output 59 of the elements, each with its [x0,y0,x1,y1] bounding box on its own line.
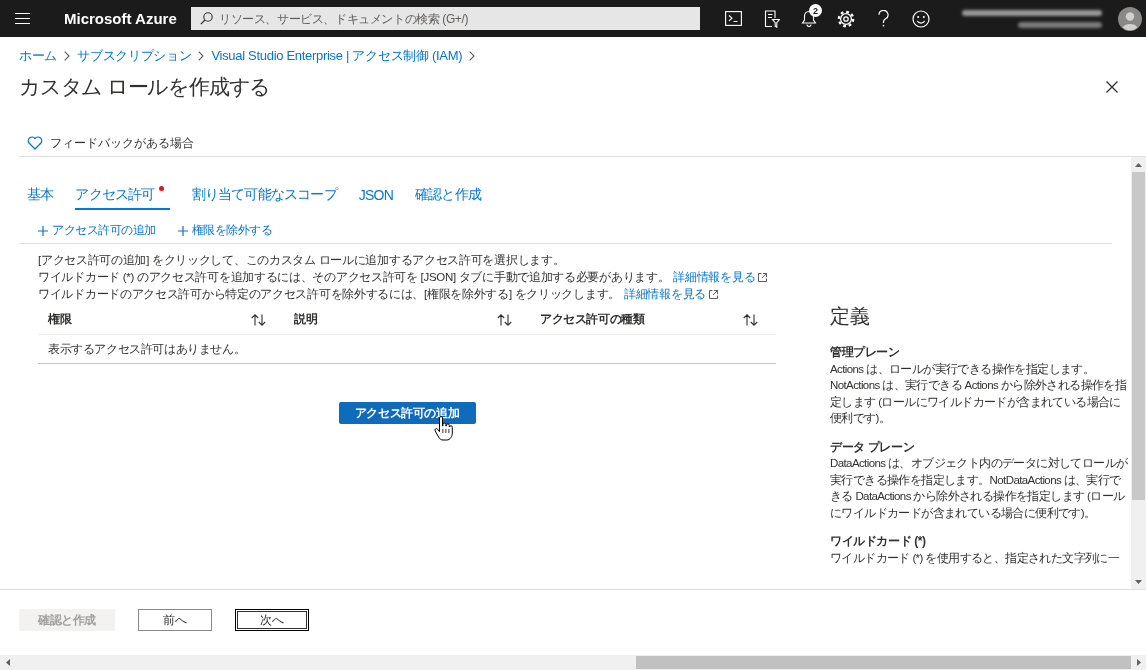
sort-icon [251,313,266,326]
column-header[interactable]: 説明 [284,305,530,334]
tab[interactable]: アクセス許可 [75,182,170,210]
chevron-right-icon [469,51,476,61]
settings-icon [837,9,856,28]
breadcrumb-link[interactable]: サブスクリプション [77,47,192,65]
definition-text: ワイルドカード (*) を使用すると、指定された文字列に一 [830,550,1121,566]
toolbar-button[interactable]: アクセス許可の追加 [38,222,156,239]
search-icon [200,12,213,25]
terminal-icon [725,11,743,26]
learn-more-link[interactable]: 詳細情報を見る [624,286,718,303]
toolbar-button[interactable]: 権限を除外する [177,222,272,239]
heart-icon [27,136,43,150]
document-filter-icon [762,9,780,28]
tab[interactable]: 基本 [27,182,54,210]
wizard-nav-button[interactable]: 次へ [235,609,309,631]
menu-icon [14,13,30,24]
tab[interactable]: JSON [358,182,393,210]
definition-heading: 管理プレーン [830,344,901,361]
instruction-text: ワイルドカード (*) のアクセス許可を追加するには、そのアクセス許可を [JSON] タブに手動で追加する必要があります。 詳細情報を見る [38,269,776,286]
close-icon [1106,81,1118,93]
wizard-nav-button[interactable]: 前へ [138,609,212,631]
add-permission-button[interactable]: アクセス許可の追加 [338,402,476,424]
learn-more-link[interactable]: 詳細情報を見る [673,269,768,286]
search-field[interactable]: リソース、サービス、ドキュメントの検索 (G+/) [191,7,700,30]
smiley-icon [912,9,931,28]
page-title: カスタム ロールを作成する [19,74,271,100]
avatar-icon [1118,6,1142,31]
definitions-heading: 定義 [830,304,871,329]
definition-text: Actions は、ロールが実行できる操作を指定します。NotActions は、実行できる Actions から除外される操作を指定します (ロールにワイルドカードが含まれている場合に便利です)。 [830,361,1128,426]
account-button[interactable] [962,6,1142,31]
help-icon [878,10,890,27]
empty-table-message: 表示するアクセス許可はありません。 [47,340,246,358]
bell-icon [800,10,817,27]
chevron-right-icon [64,51,71,61]
scrollbar-thumb[interactable] [636,656,1131,669]
external-link-icon [758,273,768,282]
plus-icon [38,225,48,236]
instruction-text: ワイルドカードのアクセス許可から特定のアクセス許可を除外するには、[権限を除外する] をクリックします。 詳細情報を見る [38,286,776,303]
notification-badge: 2 [809,4,822,17]
chevron-right-icon [198,51,205,61]
column-header[interactable]: アクセス許可の種類 [530,305,776,334]
instruction-text: [アクセス許可の追加] をクリックして、このカスタム ロールに追加するアクセス許可を選択します。 [38,253,566,268]
sort-icon [497,313,512,326]
column-header[interactable]: 権限 [38,305,284,334]
brand-link[interactable]: Microsoft Azure [64,10,177,27]
external-link-icon [708,290,718,299]
definition-text: DataActions は、オブジェクト内のデータに対してロールが実行できる操作を指定します。NotDataActions は、実行できる DataActions から除外される操作を指定します (ロールにワイルドカードが含まれている場合に便利です)。 [830,456,1129,521]
definition-heading: ワイルドカード (*) [830,533,927,550]
tab[interactable]: 割り当て可能なスコープ [191,182,337,210]
breadcrumb-link[interactable]: Visual Studio Enterprise | アクセス制御 (IAM) [211,47,463,65]
feedback-link[interactable]: フィードバックがある場合 [19,134,194,152]
definition-heading: データ プレーン [830,438,916,455]
sort-icon [743,313,758,326]
plus-icon [177,225,188,236]
tab[interactable]: 確認と作成 [414,182,481,210]
notifications-button[interactable]: 2 [790,0,828,37]
breadcrumb-link[interactable]: ホーム [19,47,58,65]
scrollbar-thumb[interactable] [1132,172,1145,500]
